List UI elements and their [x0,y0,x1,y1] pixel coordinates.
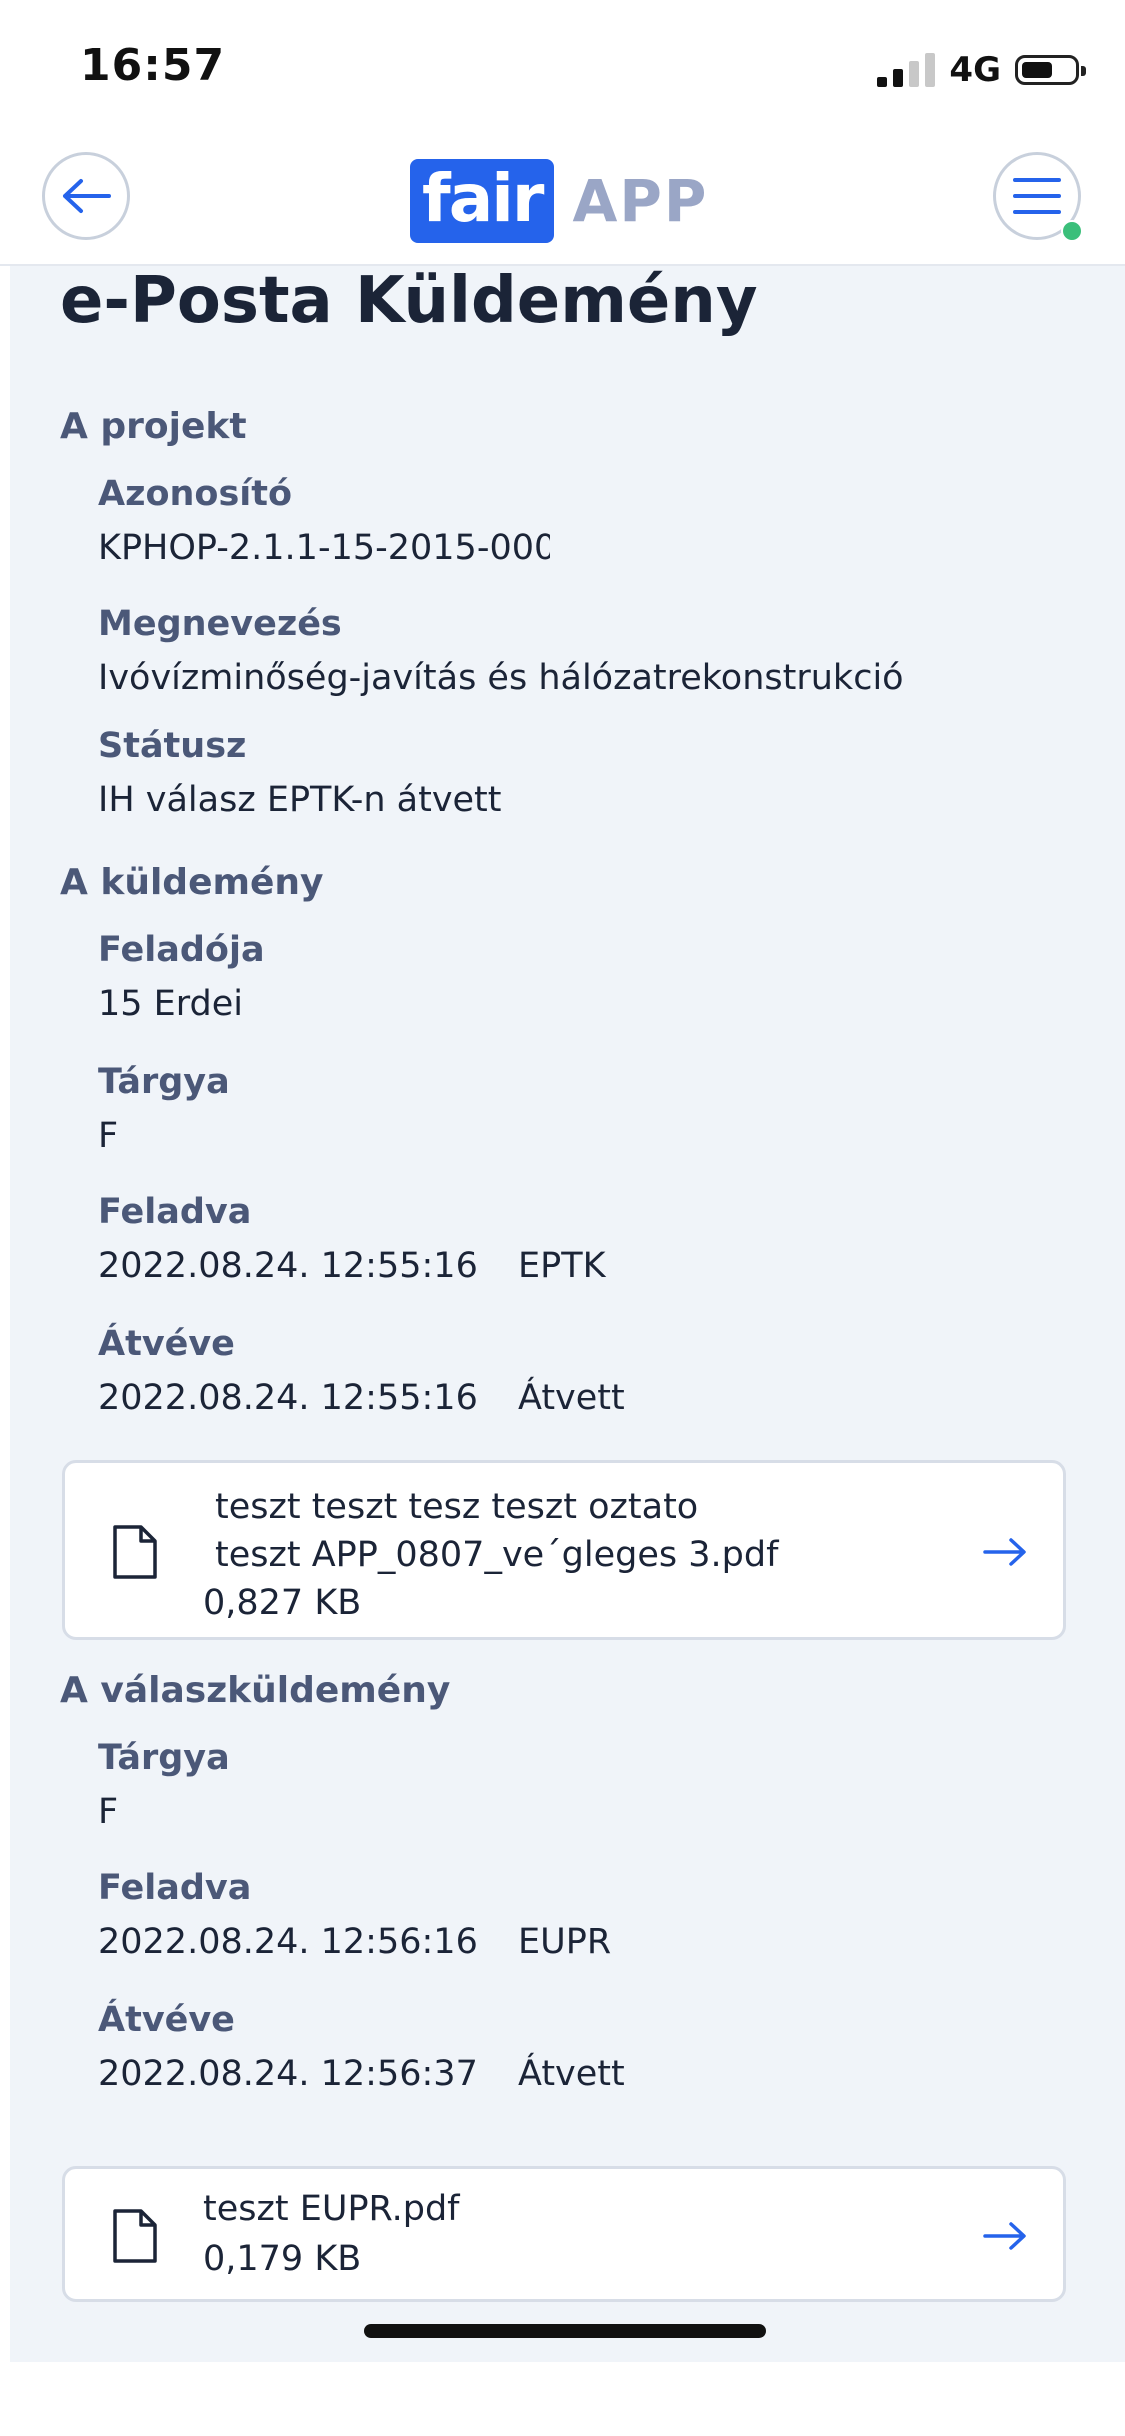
shipment-subject-value: F [98,1116,119,1156]
project-section-title: A projekt [60,406,247,447]
project-name-value: Ivóvízminőség-javítás és hálózatrekonstr… [98,658,904,698]
project-id-label: Azonosító [98,474,293,514]
logo-fair: fair [410,159,555,243]
nav-bar: fair APP [0,130,1125,266]
app-logo: fair APP [410,156,708,246]
shipment-received-status: Átvett [518,1378,625,1418]
shipment-sent-label: Feladva [98,1192,252,1232]
battery-icon [1015,55,1086,85]
reply-attachment-size: 0,179 KB [203,2239,362,2279]
project-id-value: KPHOP-2.1.1-15-2015-00007 [98,528,550,568]
network-type: 4G [949,50,1001,90]
content-area [10,266,1125,2362]
shipment-attachment-card[interactable]: teszt teszt tesz teszt oztato teszt APP_… [62,1460,1066,1640]
logo-app: APP [572,167,709,235]
file-icon [113,1525,157,1579]
reply-sent-label: Feladva [98,1868,252,1908]
shipment-sender-label: Feladója [98,930,265,970]
reply-attachment-card[interactable]: teszt EUPR.pdf 0,179 KB [62,2166,1066,2302]
shipment-section-title: A küldemény [60,862,324,903]
reply-received-status: Átvett [518,2054,625,2094]
reply-attachment-name: teszt EUPR.pdf [203,2189,460,2229]
shipment-sender-value: 15 Erdei [98,984,244,1024]
reply-sent-channel: EUPR [518,1922,612,1962]
project-name-label: Megnevezés [98,604,342,644]
arrow-right-icon [983,2222,1026,2250]
file-icon [113,2209,157,2263]
shipment-attachment-size: 0,827 KB [203,1583,362,1623]
shipment-sent-value: 2022.08.24. 12:55:16 [98,1246,478,1286]
reply-subject-label: Tárgya [98,1738,230,1778]
arrow-left-icon [63,179,111,213]
reply-sent-value: 2022.08.24. 12:56:16 [98,1922,478,1962]
reply-section-title: A válaszküldemény [60,1670,451,1711]
reply-received-label: Átvéve [98,2000,235,2040]
status-indicators: 4G [877,48,1086,92]
shipment-received-value: 2022.08.24. 12:55:16 [98,1378,478,1418]
reply-subject-value: F [98,1792,119,1832]
shipment-subject-label: Tárgya [98,1062,230,1102]
status-time: 16:57 [80,40,226,91]
arrow-right-icon [983,1538,1026,1566]
project-status-value: IH válasz EPTK-n átvett [98,780,502,820]
shipment-received-label: Átvéve [98,1324,235,1364]
page-title: e-Posta Küldemény [60,264,758,338]
shipment-attachment-name-line2: teszt APP_0807_ve´gleges 3.pdf [215,1535,779,1575]
shipment-attachment-name-line1: teszt teszt tesz teszt oztato [215,1487,699,1527]
shipment-sent-channel: EPTK [518,1246,606,1286]
signal-icon [877,53,936,87]
status-bar: 16:57 4G [0,0,1125,130]
hamburger-menu-icon [1013,178,1061,214]
online-status-dot [1061,220,1083,242]
back-button[interactable] [42,152,130,240]
project-status-label: Státusz [98,726,247,766]
home-indicator[interactable] [364,2324,766,2338]
reply-received-value: 2022.08.24. 12:56:37 [98,2054,478,2094]
